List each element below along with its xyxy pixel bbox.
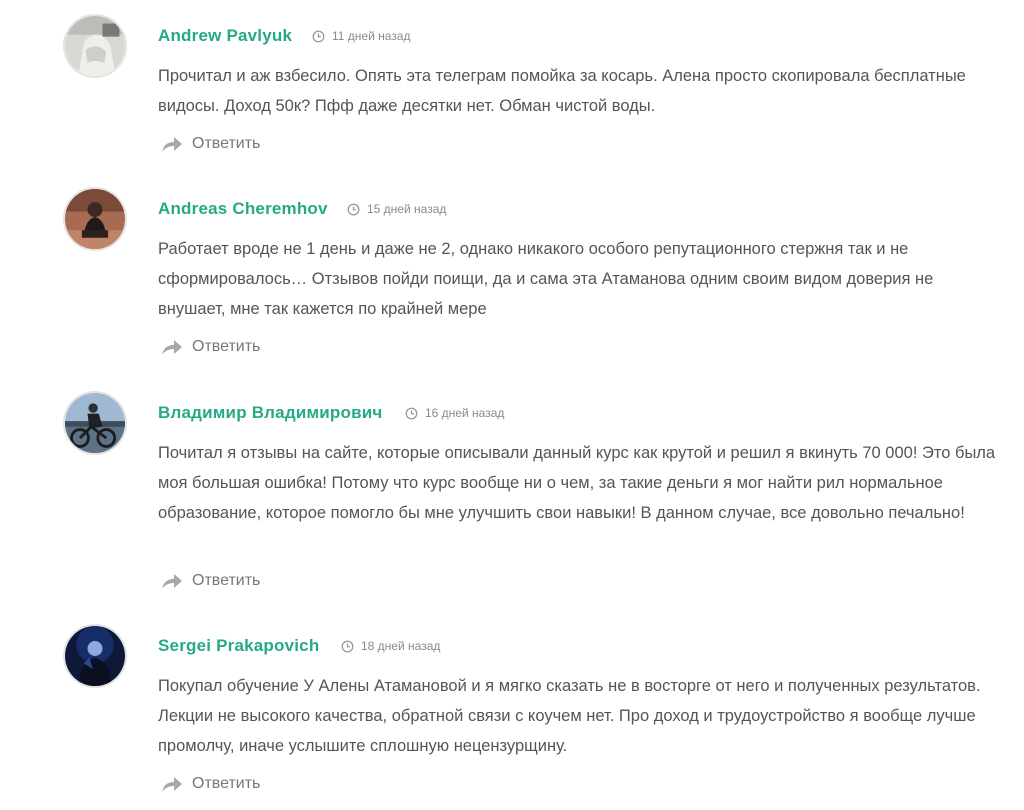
comment-time-label: 15 дней назад	[367, 202, 447, 216]
reply-label[interactable]: Ответить	[192, 338, 260, 356]
reply-label[interactable]: Ответить	[192, 135, 260, 153]
clock-icon	[347, 203, 360, 215]
reply-arrow-icon	[162, 137, 182, 152]
reply-label[interactable]: Ответить	[192, 572, 260, 590]
avatar[interactable]	[63, 14, 127, 78]
avatar[interactable]	[63, 187, 127, 251]
comment-time-label: 11 дней назад	[332, 29, 411, 43]
comment-text: Работает вроде не 1 день и даже не 2, од…	[158, 240, 934, 318]
comment-time-label: 18 дней назад	[361, 639, 441, 653]
reply-arrow-icon	[162, 574, 182, 589]
comment-time: 18 дней назад	[341, 639, 440, 653]
comment-time: 11 дней назад	[312, 29, 410, 43]
reply-arrow-icon	[162, 777, 182, 792]
reply-button[interactable]: Ответить	[161, 775, 260, 793]
comment-time: 16 дней назад	[405, 406, 504, 420]
comment-time: 15 дней назад	[347, 202, 446, 216]
comment-author[interactable]: Andrew Pavlyuk	[158, 26, 292, 46]
comment-text: Почитал я отзывы на сайте, которые описы…	[158, 444, 996, 522]
comment-text: Покупал обучение У Алены Атамановой и я …	[158, 677, 981, 755]
reply-label[interactable]: Ответить	[192, 775, 260, 793]
avatar[interactable]	[63, 624, 127, 688]
clock-icon	[312, 30, 325, 42]
reply-arrow-icon	[162, 340, 182, 355]
clock-icon	[405, 407, 418, 419]
avatar[interactable]	[63, 391, 127, 455]
reply-button[interactable]: Ответить	[161, 338, 260, 356]
clock-icon	[341, 640, 354, 652]
reply-button[interactable]: Ответить	[161, 572, 260, 590]
comment-author[interactable]: Владимир Владимирович	[158, 403, 382, 423]
comment-author[interactable]: Andreas Cheremhov	[158, 199, 328, 219]
comment-time-label: 16 дней назад	[425, 406, 505, 420]
comment-author[interactable]: Sergei Prakapovich	[158, 636, 319, 656]
comment-text: Прочитал и аж взбесило. Опять эта телегр…	[158, 67, 966, 115]
reply-button[interactable]: Ответить	[161, 135, 260, 153]
